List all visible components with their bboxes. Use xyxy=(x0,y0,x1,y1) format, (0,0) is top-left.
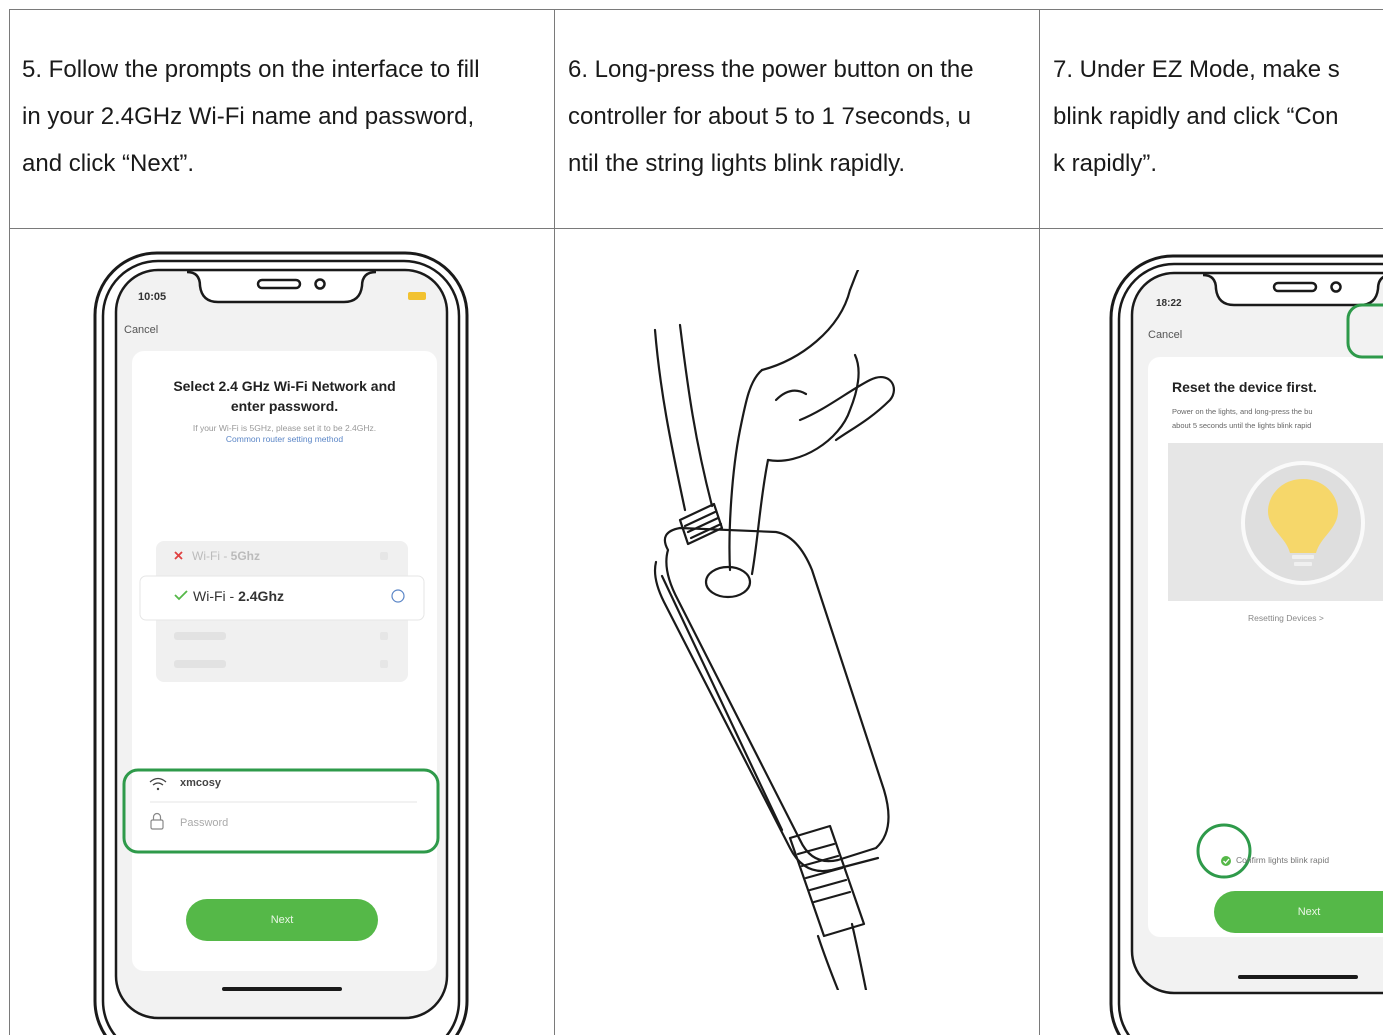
hand-pressing-controller-icon xyxy=(653,268,895,992)
band-hint-text: If your Wi-Fi is 5GHz, please set it to … xyxy=(192,423,377,433)
wifi-5g-item[interactable]: Wi-Fi - 5Ghz xyxy=(192,549,260,563)
instruction-table: 5. Follow the prompts on the interface t… xyxy=(0,0,1383,1035)
next-button-2[interactable]: Next xyxy=(1214,891,1383,933)
step-7-line-3: k rapidly”. xyxy=(1053,150,1158,177)
table-top-border xyxy=(9,9,1383,10)
cancel-button-2[interactable]: Cancel xyxy=(1148,329,1182,341)
router-setting-link[interactable]: Common router setting method xyxy=(132,434,437,445)
password-input[interactable]: Password xyxy=(180,817,228,829)
table-column-divider-1 xyxy=(554,9,555,1035)
reset-description-line-1: Power on the lights, and long-press the … xyxy=(1172,407,1313,416)
step-5-line-1: 5. Follow the prompts on the interface t… xyxy=(22,56,480,83)
status-time: 10:05 xyxy=(138,291,167,303)
step-7-line-1: 7. Under EZ Mode, make s xyxy=(1053,56,1340,83)
phone-reset-device-illustration: 18:22 Cancel Reset the device first. Pow… xyxy=(1108,253,1383,1035)
reset-description-line-2: about 5 seconds until the lights blink r… xyxy=(1172,421,1312,430)
step-7-text: 7. Under EZ Mode, make s blink rapidly a… xyxy=(1053,46,1371,187)
wifi-24g-item[interactable]: Wi-Fi - 2.4Ghz xyxy=(176,588,284,604)
next-button[interactable]: Next xyxy=(186,899,378,941)
status-time-2: 18:22 xyxy=(1156,298,1182,309)
table-left-border xyxy=(9,9,10,1035)
step-6-line-3: ntil the string lights blink rapidly. xyxy=(568,150,906,177)
step-6-line-2: controller for about 5 to 1 7seconds, u xyxy=(568,103,971,130)
step-6-text: 6. Long-press the power button on the co… xyxy=(568,46,1036,187)
wifi-5g-prefix: Wi-Fi - xyxy=(192,549,231,563)
step-5-text: 5. Follow the prompts on the interface t… xyxy=(22,46,550,187)
network-title-line-1: Select 2.4 GHz Wi-Fi Network and xyxy=(173,378,396,394)
confirm-blink-checkbox[interactable]: Confirm lights blink rapid xyxy=(1236,855,1329,865)
step-7-line-2: blink rapidly and click “Con xyxy=(1053,103,1339,130)
wifi-5g-band: 5Ghz xyxy=(230,549,260,563)
step-5-line-2: in your 2.4GHz Wi-Fi name and password, xyxy=(22,103,475,130)
controller-press-illustration xyxy=(600,268,960,992)
ssid-input[interactable]: xmcosy xyxy=(180,777,221,789)
phone-wifi-setup-illustration: 10:05 Cancel Select 2.4 GHz Wi-Fi Networ… xyxy=(92,250,472,1035)
table-row-divider xyxy=(9,228,1383,229)
reset-description: Power on the lights, and long-press the … xyxy=(1172,405,1313,433)
reset-title: Reset the device first. xyxy=(1172,379,1317,395)
band-hint: If your Wi-Fi is 5GHz, please set it to … xyxy=(132,423,437,445)
network-title-line-2: enter password. xyxy=(230,398,339,414)
wifi-24g-prefix: Wi-Fi - xyxy=(193,588,239,604)
resetting-devices-link[interactable]: Resetting Devices > xyxy=(1248,613,1324,623)
network-title: Select 2.4 GHz Wi-Fi Network and enter p… xyxy=(132,376,437,416)
step-6-line-1: 6. Long-press the power button on the xyxy=(568,56,974,83)
step-5-line-3: and click “Next”. xyxy=(22,150,195,177)
table-column-divider-2 xyxy=(1039,9,1040,1035)
wifi-24g-band: 2.4Ghz xyxy=(238,588,284,604)
cancel-button[interactable]: Cancel xyxy=(124,324,158,336)
